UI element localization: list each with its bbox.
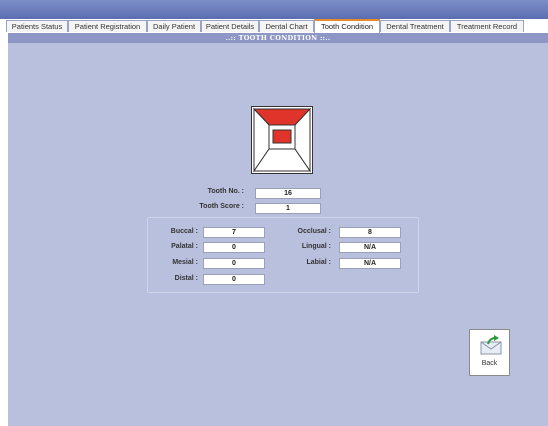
tab-strip: Patients Status Patient Registration Dai… (0, 19, 548, 33)
tab-patients-status[interactable]: Patients Status (6, 20, 68, 32)
labial-field[interactable]: N/A (339, 258, 401, 269)
tab-daily-patient[interactable]: Daily Patient (147, 20, 201, 32)
back-envelope-arrow-icon (480, 335, 502, 355)
tab-dental-treatment[interactable]: Dental Treatment (380, 20, 450, 32)
tooth-diagram[interactable] (251, 106, 313, 174)
lingual-field[interactable]: N/A (339, 242, 401, 253)
distal-label: Distal : (174, 275, 198, 282)
labial-label: Labial : (306, 259, 331, 266)
distal-field[interactable]: 0 (203, 274, 265, 285)
window-title-bar (0, 0, 548, 19)
palatal-field[interactable]: 0 (203, 242, 265, 253)
page-title: ..:: TOOTH CONDITION ::.. (8, 33, 548, 43)
tab-patient-details[interactable]: Patient Details (201, 20, 259, 32)
tab-patient-registration[interactable]: Patient Registration (68, 20, 147, 32)
occlusal-field[interactable]: 8 (339, 227, 401, 238)
buccal-field[interactable]: 7 (203, 227, 265, 238)
lingual-label: Lingual : (301, 243, 331, 250)
tooth-score-field[interactable]: 1 (255, 203, 321, 214)
occlusal-label: Occlusal : (297, 228, 331, 235)
mesial-field[interactable]: 0 (203, 258, 265, 269)
tooth-no-field[interactable]: 16 (255, 188, 321, 199)
tooth-condition-panel: ..:: TOOTH CONDITION ::.. Tooth No. : 16… (8, 33, 548, 426)
tooth-surface-diagram (252, 107, 312, 173)
palatal-label: Palatal : (171, 243, 198, 250)
mesial-label: Mesial : (172, 259, 198, 266)
tooth-center-surface (272, 129, 292, 144)
tooth-no-label: Tooth No. : (207, 188, 244, 195)
back-button-label: Back (481, 360, 498, 367)
tab-dental-chart[interactable]: Dental Chart (259, 20, 314, 32)
tab-treatment-record[interactable]: Treatment Record (450, 20, 524, 32)
tab-tooth-condition[interactable]: Tooth Condition (314, 19, 380, 33)
back-button[interactable]: Back (469, 329, 510, 376)
buccal-label: Buccal : (170, 228, 198, 235)
tooth-score-label: Tooth Score : (199, 203, 244, 210)
